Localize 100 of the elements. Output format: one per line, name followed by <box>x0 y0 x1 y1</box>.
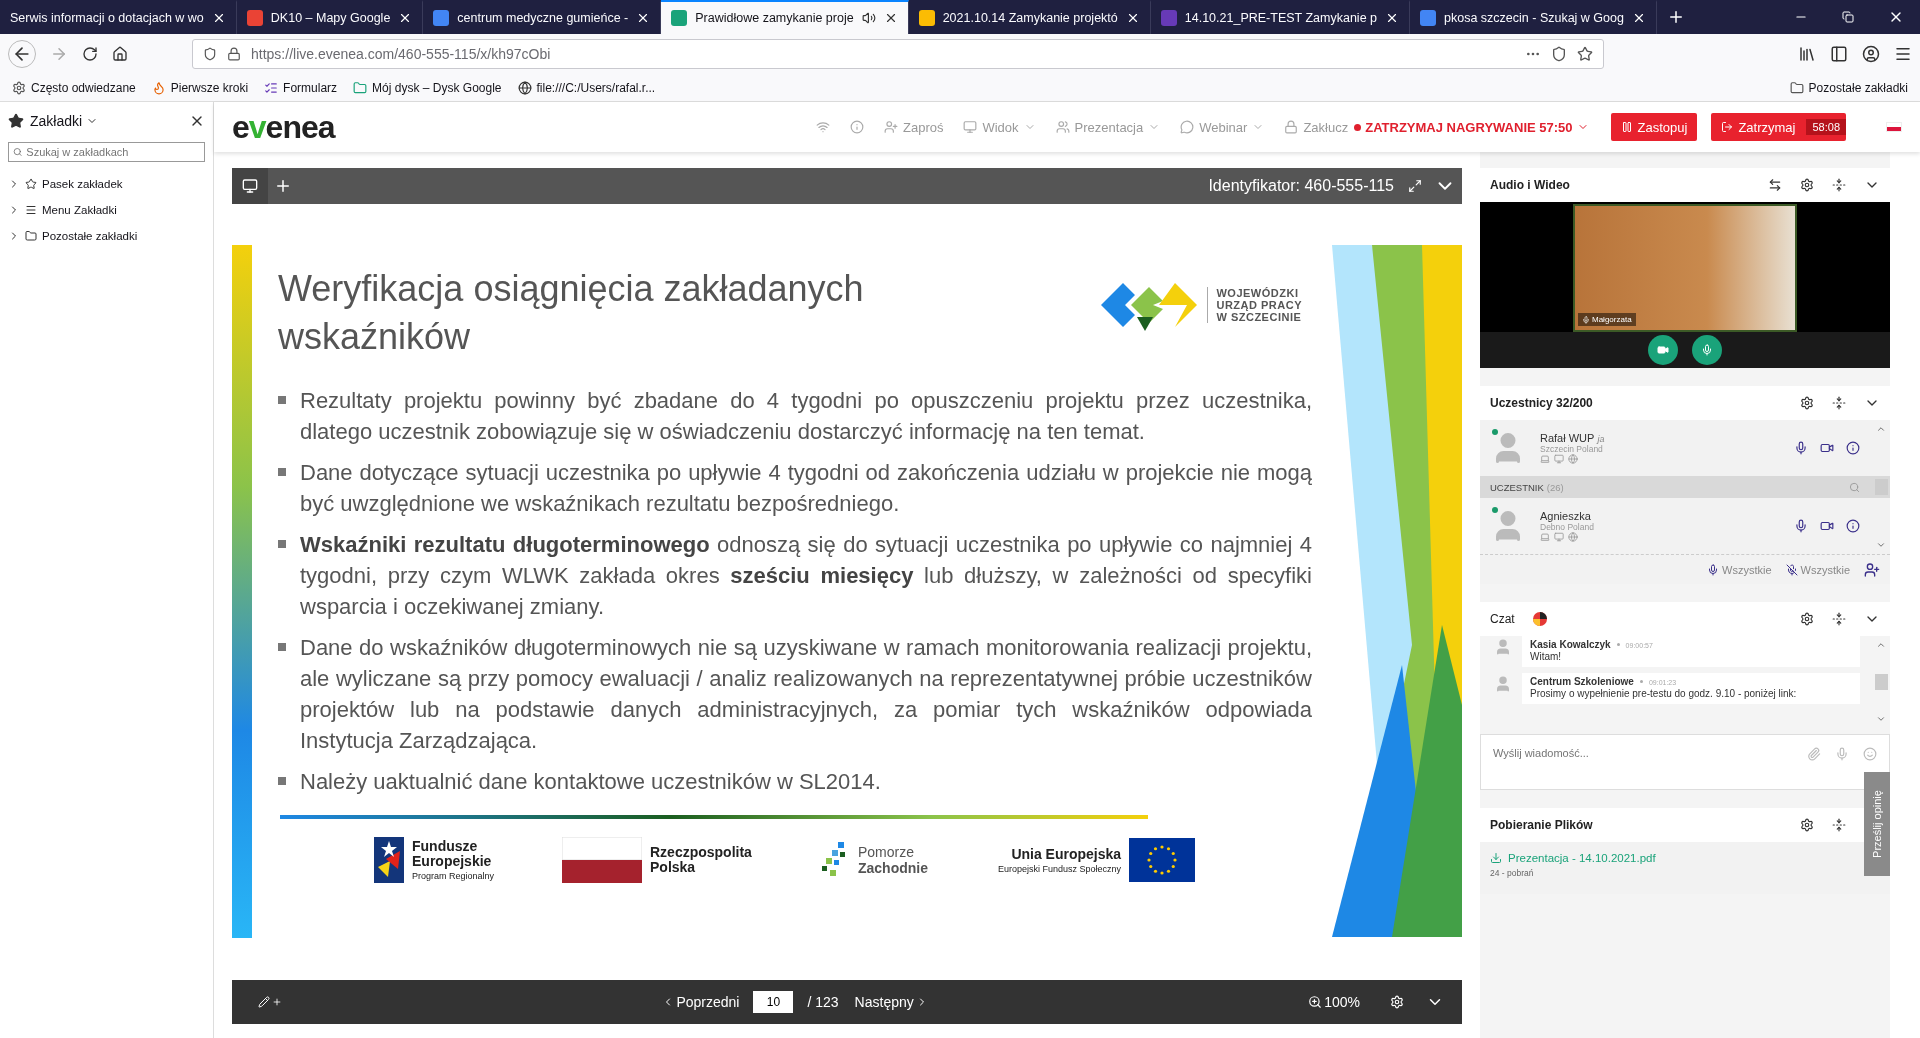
flame-icon <box>151 80 166 95</box>
bookmark-link[interactable]: Mój dysk – Dysk Google <box>353 80 502 95</box>
bullet-icon <box>278 396 286 404</box>
speaker-icon[interactable] <box>861 11 876 25</box>
panel-title: Audio i Wideo <box>1490 178 1570 192</box>
eu-flag-icon <box>1129 838 1196 882</box>
stop-button[interactable]: Zatrzymaj 58:08 <box>1711 113 1846 141</box>
bookmark-folder[interactable]: Pasek zakładek <box>8 174 205 194</box>
scrollbar[interactable] <box>1874 424 1888 550</box>
fullscreen-icon[interactable] <box>1408 179 1422 193</box>
recording-status[interactable]: ZATRZYMAJ NAGRYWANIE 57:50 <box>1354 119 1589 135</box>
flag-icon[interactable] <box>1886 122 1902 132</box>
participant-location: Szczecin Poland <box>1540 444 1604 454</box>
recording-dot-icon <box>1354 123 1362 131</box>
home-icon[interactable] <box>112 46 128 62</box>
settings-icon[interactable] <box>1800 178 1814 192</box>
sidebar-title[interactable]: Zakładki <box>30 113 183 129</box>
camera-icon[interactable] <box>1820 441 1834 455</box>
group-header[interactable]: UCZESTNIK (26) <box>1480 476 1890 498</box>
bookmark-link[interactable]: file:///C:/Users/rafal.r... <box>517 80 656 95</box>
bookmark-folder[interactable]: Pozostałe zakładki <box>8 226 205 246</box>
info-icon[interactable] <box>1846 441 1860 455</box>
user-plus-icon <box>884 120 898 134</box>
settings-icon[interactable] <box>1800 818 1814 832</box>
account-icon[interactable] <box>1862 45 1880 63</box>
page-number-field[interactable]: 10 <box>753 991 794 1013</box>
bullet-icon <box>278 777 286 785</box>
settings-icon[interactable] <box>1800 612 1814 626</box>
search-icon <box>13 147 23 157</box>
chat-bubble-icon <box>1180 120 1195 134</box>
microphone-off-icon <box>1785 563 1798 576</box>
close-icon[interactable] <box>1385 11 1399 25</box>
timer: 58:08 <box>1806 119 1846 135</box>
zoom-button[interactable]: 100% <box>1300 994 1368 1010</box>
info-icon[interactable] <box>1846 519 1860 533</box>
participant-name: Agnieszka <box>1540 510 1591 522</box>
smiley-icon <box>1863 747 1877 761</box>
add-user-icon[interactable] <box>1864 561 1880 578</box>
separator-dot-icon <box>1639 680 1643 683</box>
laptop-icon <box>1540 532 1550 542</box>
collapse-icon[interactable] <box>1832 178 1846 192</box>
search-box[interactable]: Szukaj w zakładkach <box>8 142 205 162</box>
bookmark-link[interactable]: Pozostałe zakładki <box>1789 80 1908 95</box>
browser-tab[interactable]: Prawidłowe zamykanie proje <box>661 0 909 34</box>
swap-icon[interactable] <box>1768 178 1782 192</box>
star-icon[interactable] <box>1577 46 1593 62</box>
exit-icon <box>1721 121 1734 133</box>
collapse-icon[interactable] <box>1832 818 1846 832</box>
library-icon[interactable] <box>1798 45 1816 63</box>
microphone-button[interactable] <box>1692 335 1722 365</box>
bookmark-link[interactable]: Formularz <box>264 80 338 95</box>
microphone-icon <box>1835 747 1849 761</box>
page-total: / 123 <box>807 994 839 1010</box>
message-author: Kasia Kowalczyk <box>1530 639 1611 650</box>
menu-icon[interactable] <box>1894 45 1912 63</box>
logo-title: Unia Europejska <box>1011 846 1122 862</box>
microphone-icon <box>1582 315 1590 324</box>
lock-icon <box>1284 120 1299 134</box>
monitor-icon <box>963 120 978 134</box>
next-button[interactable]: Następny <box>846 994 936 1010</box>
address-bar[interactable]: https://live.evenea.com/460-555-115/x/kh97cObi <box>192 39 1604 69</box>
microphone-icon[interactable] <box>1794 441 1808 455</box>
settings-icon[interactable] <box>1800 396 1814 410</box>
previous-button[interactable]: Poprzedni <box>654 994 748 1010</box>
download-count: 24 - pobrań <box>1490 868 1535 878</box>
bookmark-link[interactable]: Pierwsze kroki <box>151 80 249 95</box>
chevron-down-icon <box>1876 540 1886 550</box>
camera-button[interactable] <box>1648 335 1678 365</box>
pause-button[interactable]: Zastopuj <box>1610 113 1698 141</box>
logo-subtitle: Zachodnie <box>858 859 928 876</box>
institution-name: URZĄD PRACY <box>1216 299 1302 311</box>
bullet-text: Dane do wskaźników długoterminowych nie są uzyskiwane w ramach monitorowania realizacji projektu, ale wyliczane są przy pomocy ewaluacji / analiz realizowanych na reprezentatywnej próbie uczestników projektów lub na podstawie danych administracyjnych, za pomiar tych wskaźników odpowiada Instytucja Zarządzająca. <box>300 634 1312 755</box>
bookmark-link[interactable]: Często odwiedzane <box>12 80 136 95</box>
microphone-icon[interactable] <box>1794 519 1808 533</box>
lock-icon <box>227 47 241 61</box>
bullet-text: Należy uaktualnić dane kontaktowe uczestników w SL2014. <box>300 768 881 796</box>
search-icon <box>1849 481 1860 493</box>
microphone-icon <box>1707 563 1719 576</box>
bullet-icon <box>278 643 286 651</box>
collapse-icon[interactable] <box>1832 612 1846 626</box>
restore-icon[interactable] <box>1842 11 1854 23</box>
collapse-icon[interactable] <box>1832 396 1846 410</box>
bullet-icon <box>278 540 286 548</box>
logo-subtitle: Program Regionalny <box>412 871 495 881</box>
presentation-tab[interactable] <box>232 168 268 204</box>
camera-icon[interactable] <box>1820 519 1834 533</box>
bullet-text: Rezultaty projektu powinny być zbadane do 4 tygodni po opuszczeniu projektu przez uczestnika, dlatego uczestnik zobowiązuje się w oświadczeniu dostarczyć informację na ten temat. <box>300 387 1312 446</box>
message-text: Witam! <box>1530 650 1563 664</box>
list-icon <box>264 80 279 95</box>
star-icon <box>25 178 37 190</box>
logo-title: Rzeczpospolita Polska <box>650 845 753 875</box>
self-tag: ja <box>1597 434 1605 444</box>
institution-name: WOJEWÓDZKI <box>1216 287 1300 299</box>
scrollbar[interactable] <box>1874 640 1888 724</box>
slide-title: Weryfikacja osiągnięcia zakładanych wskaźników <box>278 267 865 359</box>
reload-icon[interactable] <box>82 46 98 62</box>
sidebar-icon[interactable] <box>1830 45 1848 63</box>
bookmark-folder[interactable]: Menu Zakładki <box>8 200 205 220</box>
message-author: Centrum Szkoleniowe <box>1530 676 1634 687</box>
scrollbar-thumb[interactable] <box>1874 674 1888 690</box>
